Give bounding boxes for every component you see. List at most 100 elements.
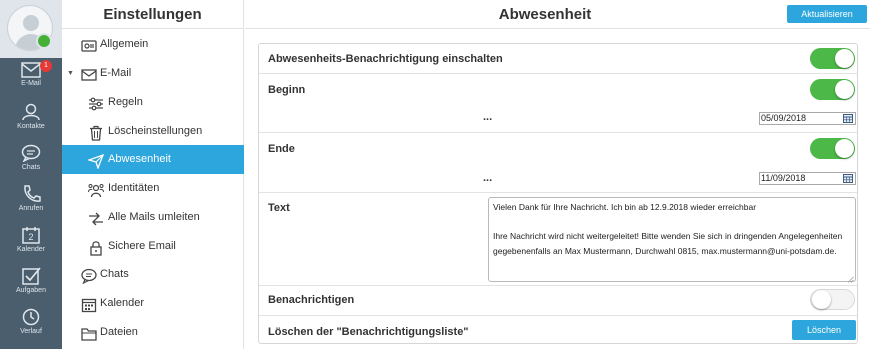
sidebar-item-label: Alle Mails umleiten bbox=[108, 211, 200, 223]
date-picker-icon[interactable] bbox=[843, 114, 853, 123]
phone-icon bbox=[0, 185, 62, 203]
contacts-icon bbox=[0, 103, 62, 121]
trash-icon bbox=[88, 124, 104, 141]
enable-absence-toggle[interactable] bbox=[810, 48, 855, 69]
toggle-knob bbox=[835, 139, 854, 158]
sidebar-item-redirect-all[interactable]: Alle Mails umleiten bbox=[62, 203, 244, 232]
start-date-field[interactable]: 05/09/2018 bbox=[759, 112, 856, 125]
rail-item-calendar[interactable]: 2 Kalender bbox=[0, 226, 62, 266]
notify-toggle[interactable] bbox=[810, 289, 855, 310]
absence-settings-panel: Abwesenheits-Benachrichtigung einschalte… bbox=[258, 43, 858, 344]
clear-notify-list-label: Löschen der "Benachrichtigungsliste" bbox=[268, 326, 469, 338]
row-divider bbox=[259, 285, 857, 286]
sidebar-item-chats[interactable]: Chats bbox=[62, 260, 244, 289]
resize-handle-icon[interactable] bbox=[847, 273, 854, 283]
date-picker-icon[interactable] bbox=[843, 174, 853, 183]
sidebar-item-label: Dateien bbox=[100, 326, 138, 338]
end-date-field[interactable]: 11/09/2018 bbox=[759, 172, 856, 185]
sidebar-item-label: Abwesenheit bbox=[108, 153, 171, 165]
row-divider bbox=[259, 132, 857, 133]
rail-item-label: Kontakte bbox=[17, 123, 45, 130]
rail-item-label: E-Mail bbox=[21, 80, 41, 87]
history-icon bbox=[0, 308, 62, 326]
rail-item-label: Aufgaben bbox=[16, 287, 46, 294]
sidebar-item-label: Regeln bbox=[108, 96, 143, 108]
sidebar-item-label: Kalender bbox=[100, 297, 145, 309]
identities-icon bbox=[88, 181, 104, 198]
avatar-area bbox=[0, 0, 62, 58]
refresh-button[interactable]: Aktualisieren bbox=[787, 5, 867, 23]
redirect-icon bbox=[88, 210, 104, 226]
sidebar-item-general[interactable]: Allgemein bbox=[62, 30, 244, 59]
calendar-icon-day: 2 bbox=[28, 232, 34, 242]
message-line-1: Vielen Dank für Ihre Nachricht. Ich bin … bbox=[493, 202, 757, 212]
rail-item-chats[interactable]: Chats bbox=[0, 144, 62, 184]
toggle-knob bbox=[835, 80, 854, 99]
chat-icon bbox=[0, 144, 62, 162]
toggle-knob bbox=[812, 290, 831, 309]
app-window: 1 E-Mail Kontakte Chats Anrufen 2 Kalend… bbox=[0, 0, 870, 349]
tasks-icon bbox=[0, 267, 62, 285]
sidebar-item-deletion-settings[interactable]: Löscheinstellungen bbox=[62, 117, 244, 146]
main-header: Abwesenheit Aktualisieren bbox=[245, 0, 870, 29]
calendar-icon: 2 bbox=[21, 226, 41, 244]
message-text-label: Text bbox=[268, 202, 290, 214]
presence-status-icon bbox=[36, 33, 52, 49]
rail-item-label: Verlauf bbox=[20, 328, 42, 335]
settings-sidebar: Einstellungen Allgemein ▼ E-Mail Regeln bbox=[62, 0, 244, 349]
sidebar-item-calendar[interactable]: Kalender bbox=[62, 289, 244, 318]
sidebar-item-label: Sichere Email bbox=[108, 240, 176, 252]
sidebar-item-email[interactable]: ▼ E-Mail bbox=[62, 59, 244, 88]
general-settings-icon bbox=[81, 37, 97, 53]
rules-icon bbox=[88, 95, 104, 111]
rail-item-history[interactable]: Verlauf bbox=[0, 308, 62, 348]
chat-icon bbox=[81, 267, 97, 285]
plane-icon bbox=[86, 152, 105, 170]
mail-icon bbox=[0, 62, 62, 78]
clear-button[interactable]: Löschen bbox=[792, 320, 856, 340]
start-label: Beginn bbox=[268, 84, 306, 96]
sidebar-item-identities[interactable]: Identitäten bbox=[62, 174, 244, 203]
start-time-dots: ... bbox=[483, 111, 493, 123]
expand-caret-icon[interactable]: ▼ bbox=[67, 59, 74, 88]
start-date-value: 05/09/2018 bbox=[761, 113, 807, 123]
row-divider bbox=[259, 192, 857, 193]
rail-item-email[interactable]: 1 E-Mail bbox=[0, 60, 62, 102]
end-label: Ende bbox=[268, 143, 295, 155]
unread-badge: 1 bbox=[40, 60, 52, 72]
end-toggle[interactable] bbox=[810, 138, 855, 159]
toggle-knob bbox=[835, 49, 854, 68]
rail-item-tasks[interactable]: Aufgaben bbox=[0, 267, 62, 307]
avatar-head bbox=[23, 15, 39, 31]
folder-icon bbox=[81, 325, 97, 341]
sidebar-item-files[interactable]: Dateien bbox=[62, 318, 244, 347]
rail-item-label: Anrufen bbox=[18, 205, 44, 212]
enable-absence-label: Abwesenheits-Benachrichtigung einschalte… bbox=[268, 53, 503, 65]
icon-rail: 1 E-Mail Kontakte Chats Anrufen 2 Kalend… bbox=[0, 0, 62, 349]
sidebar-item-label: Identitäten bbox=[108, 182, 160, 194]
mail-icon bbox=[81, 66, 97, 82]
sidebar-item-label: Chats bbox=[100, 268, 129, 280]
sidebar-item-rules[interactable]: Regeln bbox=[62, 88, 244, 117]
sidebar-item-label: E-Mail bbox=[100, 67, 132, 79]
rail-item-call[interactable]: Anrufen bbox=[0, 185, 62, 225]
notify-label: Benachrichtigen bbox=[268, 294, 355, 306]
lock-icon bbox=[88, 239, 104, 256]
start-toggle[interactable] bbox=[810, 79, 855, 100]
sidebar-item-label: Allgemein bbox=[100, 38, 149, 50]
sidebar-item-secure-email[interactable]: Sichere Email bbox=[62, 232, 244, 261]
sidebar-item-label: Löscheinstellungen bbox=[108, 125, 203, 137]
rail-item-label: Chats bbox=[21, 164, 41, 171]
sidebar-title: Einstellungen bbox=[62, 0, 243, 29]
message-line-2: Ihre Nachricht wird nicht weitergeleitet… bbox=[493, 231, 843, 256]
calendar-icon bbox=[81, 296, 97, 313]
absence-message-textarea[interactable]: Vielen Dank für Ihre Nachricht. Ich bin … bbox=[488, 197, 856, 283]
page-title: Abwesenheit bbox=[498, 6, 592, 23]
row-divider bbox=[259, 73, 857, 74]
end-time-dots: ... bbox=[483, 172, 493, 184]
rail-item-contacts[interactable]: Kontakte bbox=[0, 103, 62, 143]
main-content: Abwesenheit Aktualisieren Abwesenheits-B… bbox=[245, 0, 870, 349]
row-divider bbox=[259, 315, 857, 316]
sidebar-item-absence[interactable]: Abwesenheit bbox=[62, 145, 244, 174]
end-date-value: 11/09/2018 bbox=[761, 173, 806, 183]
